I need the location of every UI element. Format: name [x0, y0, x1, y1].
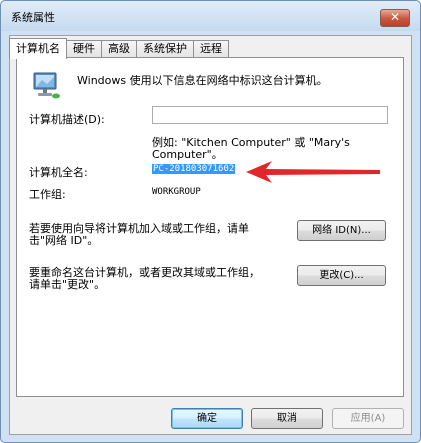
rename-text-line-2: 请单击"更改"。: [29, 278, 106, 291]
computer-network-icon: [33, 72, 60, 99]
workgroup-label: 工作组:: [29, 188, 66, 201]
red-arrow-annotation: [246, 161, 380, 183]
full-name-value[interactable]: PC-201803071602: [152, 164, 236, 174]
change-button[interactable]: 更改(C)...: [297, 265, 386, 286]
computer-name-panel: Windows 使用以下信息在网络中标识这台计算机。 计算机描述(D): 例如:…: [16, 57, 404, 397]
window-title: 系统属性: [11, 11, 55, 24]
ok-button[interactable]: 确定: [171, 408, 243, 429]
tab-strip: 计算机名 硬件 高级 系统保护 远程: [9, 38, 229, 59]
title-bar[interactable]: 系统属性 ✕: [1, 1, 420, 31]
close-icon: ✕: [389, 10, 401, 24]
network-id-text-line-2: 击"网络 ID"。: [29, 234, 99, 247]
description-input[interactable]: [152, 106, 388, 124]
close-button[interactable]: ✕: [380, 9, 410, 27]
tab-system-protection[interactable]: 系统保护: [136, 40, 194, 58]
apply-button[interactable]: 应用(A): [332, 408, 404, 429]
cancel-button[interactable]: 取消: [251, 408, 323, 429]
tab-hardware[interactable]: 硬件: [66, 40, 102, 58]
description-label: 计算机描述(D):: [29, 113, 105, 126]
full-name-label: 计算机全名:: [29, 166, 88, 179]
workgroup-value: WORKGROUP: [152, 187, 201, 197]
tab-remote[interactable]: 远程: [193, 40, 229, 58]
tab-computer-name[interactable]: 计算机名: [9, 38, 67, 59]
example-line-2: Computer"。: [152, 148, 223, 161]
intro-text: Windows 使用以下信息在网络中标识这台计算机。: [77, 74, 328, 87]
tab-advanced[interactable]: 高级: [101, 40, 137, 58]
network-id-button[interactable]: 网络 ID(N)...: [297, 220, 386, 241]
